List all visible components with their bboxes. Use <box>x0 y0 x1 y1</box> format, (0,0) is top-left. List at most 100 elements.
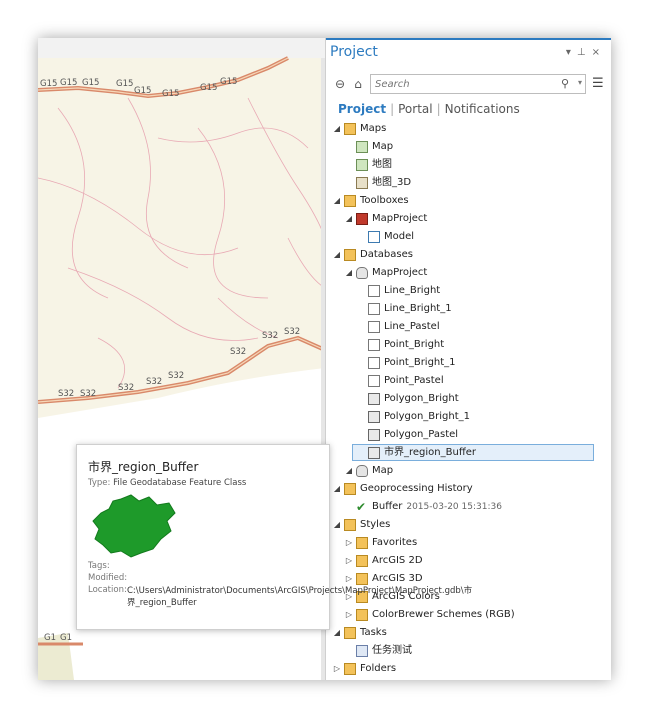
tree-item-label: ArcGIS 2D <box>372 555 423 566</box>
search-input[interactable] <box>375 77 545 91</box>
tree-item-label: Polygon_Bright_1 <box>384 411 471 422</box>
toolbox-icon <box>356 213 368 225</box>
back-arrow-icon[interactable]: ⊖ <box>332 76 348 92</box>
tab-notifications[interactable]: Notifications <box>443 102 522 116</box>
tree-item-label: Databases <box>360 249 413 260</box>
road-label-s32: S32 <box>80 389 96 399</box>
road-label-s32: S32 <box>146 377 162 387</box>
collapse-arrow-icon[interactable]: ▷ <box>344 552 354 570</box>
project-pane: Project ▾⊥× ⊖ ⌂ ⚲ ▾ ☰ Project|Portal|Not… <box>325 38 611 680</box>
close-icon[interactable]: × <box>592 47 606 58</box>
menu-icon[interactable]: ☰ <box>592 76 604 91</box>
tree-item-label: Styles <box>360 519 391 530</box>
style-icon <box>356 555 368 567</box>
tasks-folder-icon <box>344 627 356 639</box>
tree-item-label: MapProject <box>372 213 428 224</box>
expand-arrow-icon[interactable]: ◢ <box>332 480 342 498</box>
road-label-g15: G15 <box>220 77 237 87</box>
expand-arrow-icon[interactable]: ◢ <box>332 192 342 210</box>
pane-header: Project ▾⊥× <box>326 38 611 68</box>
tree-item-label: ColorBrewer Schemes (RGB) <box>372 609 515 620</box>
expand-arrow-icon[interactable]: ◢ <box>332 624 342 642</box>
item-info-popup: 市界_region_Buffer Type: File Geodatabase … <box>76 444 473 630</box>
polygon-feature-class-icon <box>368 429 380 441</box>
road-label-g1: G1 <box>60 633 72 643</box>
tree-item-label: Folders <box>360 663 397 674</box>
road-label-s32: S32 <box>230 347 246 357</box>
polygon-thumbnail <box>92 494 176 558</box>
road-label-s32: S32 <box>118 383 134 393</box>
expand-arrow-icon[interactable]: ◢ <box>332 516 342 534</box>
road-label-g15: G15 <box>40 79 57 89</box>
popup-type-label: Type: <box>88 478 111 488</box>
tree-item-label: Point_Bright <box>384 339 445 350</box>
road-label-s32: S32 <box>168 371 184 381</box>
database-icon <box>356 465 368 477</box>
geodatabase-icon <box>356 267 368 279</box>
tree-item-label: Map <box>372 141 394 152</box>
tree-item-label: Model <box>384 231 415 242</box>
model-icon <box>368 231 380 243</box>
tab-portal[interactable]: Portal <box>396 102 434 116</box>
tab-project[interactable]: Project <box>336 102 388 116</box>
expand-arrow-icon[interactable]: ◢ <box>344 462 354 480</box>
collapse-arrow-icon[interactable]: ▷ <box>332 660 342 678</box>
road-label-g1: G1 <box>44 633 56 643</box>
tree-item-label: 任务测试 <box>372 645 412 656</box>
tree-item-label: MapProject <box>372 267 428 278</box>
toolbox-folder-icon <box>344 195 356 207</box>
search-box[interactable]: ⚲ ▾ <box>370 74 586 94</box>
tree-item-label: 地图 <box>372 159 392 170</box>
polygon-feature-class-icon <box>368 393 380 405</box>
popup-title: 市界_region_Buffer <box>88 460 199 474</box>
pin-icon[interactable]: ⊥ <box>577 47 592 58</box>
map-icon <box>356 141 368 153</box>
popup-location-label: Location: <box>88 585 127 595</box>
style-icon <box>356 609 368 621</box>
point-feature-class-icon <box>368 339 380 351</box>
tree-item-label: Toolboxes <box>360 195 409 206</box>
style-icon <box>356 537 368 549</box>
collapse-arrow-icon[interactable]: ▷ <box>344 534 354 552</box>
road-label-s32: S32 <box>262 331 278 341</box>
history-timestamp: 2015-03-20 15:31:36 <box>406 502 502 512</box>
point-feature-class-icon <box>368 357 380 369</box>
tree-item-label: Tasks <box>360 627 387 638</box>
expand-arrow-icon[interactable]: ◢ <box>332 246 342 264</box>
tree-item-label: Polygon_Pastel <box>384 429 459 440</box>
search-icon[interactable]: ⚲ <box>561 77 569 90</box>
road-label-s32: S32 <box>284 327 300 337</box>
tree-item-label: Point_Pastel <box>384 375 444 386</box>
search-row: ⊖ ⌂ ⚲ ▾ ☰ <box>332 74 606 94</box>
style-icon <box>356 573 368 585</box>
history-tool-name: Buffer <box>372 501 403 512</box>
tree-item-label: Line_Bright <box>384 285 441 296</box>
task-icon <box>356 645 368 657</box>
tab-separator: | <box>390 102 395 116</box>
tree-item-label: 市界_region_Buffer <box>384 447 476 458</box>
expand-arrow-icon[interactable]: ◢ <box>344 264 354 282</box>
popup-location-value: C:\Users\Administrator\Documents\ArcGIS\… <box>127 586 473 608</box>
road-label-s32: S32 <box>58 389 74 399</box>
styles-folder-icon <box>344 519 356 531</box>
chevron-down-icon[interactable]: ▾ <box>578 78 582 87</box>
tree-item-label: Line_Pastel <box>384 321 440 332</box>
folder-icon <box>344 123 356 135</box>
tree-item-label: Point_Bright_1 <box>384 357 456 368</box>
home-icon[interactable]: ⌂ <box>350 76 366 92</box>
polygon-feature-class-icon <box>368 411 380 423</box>
expand-arrow-icon[interactable]: ◢ <box>332 120 342 138</box>
pane-tabs: Project | Portal | Notifications <box>336 102 522 116</box>
pane-title: Project <box>330 44 378 60</box>
tree-item-label: Geoprocessing History <box>360 483 473 494</box>
point-feature-class-icon <box>368 375 380 387</box>
history-folder-icon <box>344 483 356 495</box>
tab-separator: | <box>436 102 441 116</box>
scene-icon <box>356 177 368 189</box>
popup-tags-label: Tags: <box>88 561 110 571</box>
road-label-g15: G15 <box>200 83 217 93</box>
expand-arrow-icon[interactable]: ◢ <box>344 210 354 228</box>
road-label-g15: G15 <box>162 89 179 99</box>
collapse-arrow-icon[interactable]: ▷ <box>344 606 354 624</box>
dropdown-arrow-icon[interactable]: ▾ <box>566 47 577 58</box>
